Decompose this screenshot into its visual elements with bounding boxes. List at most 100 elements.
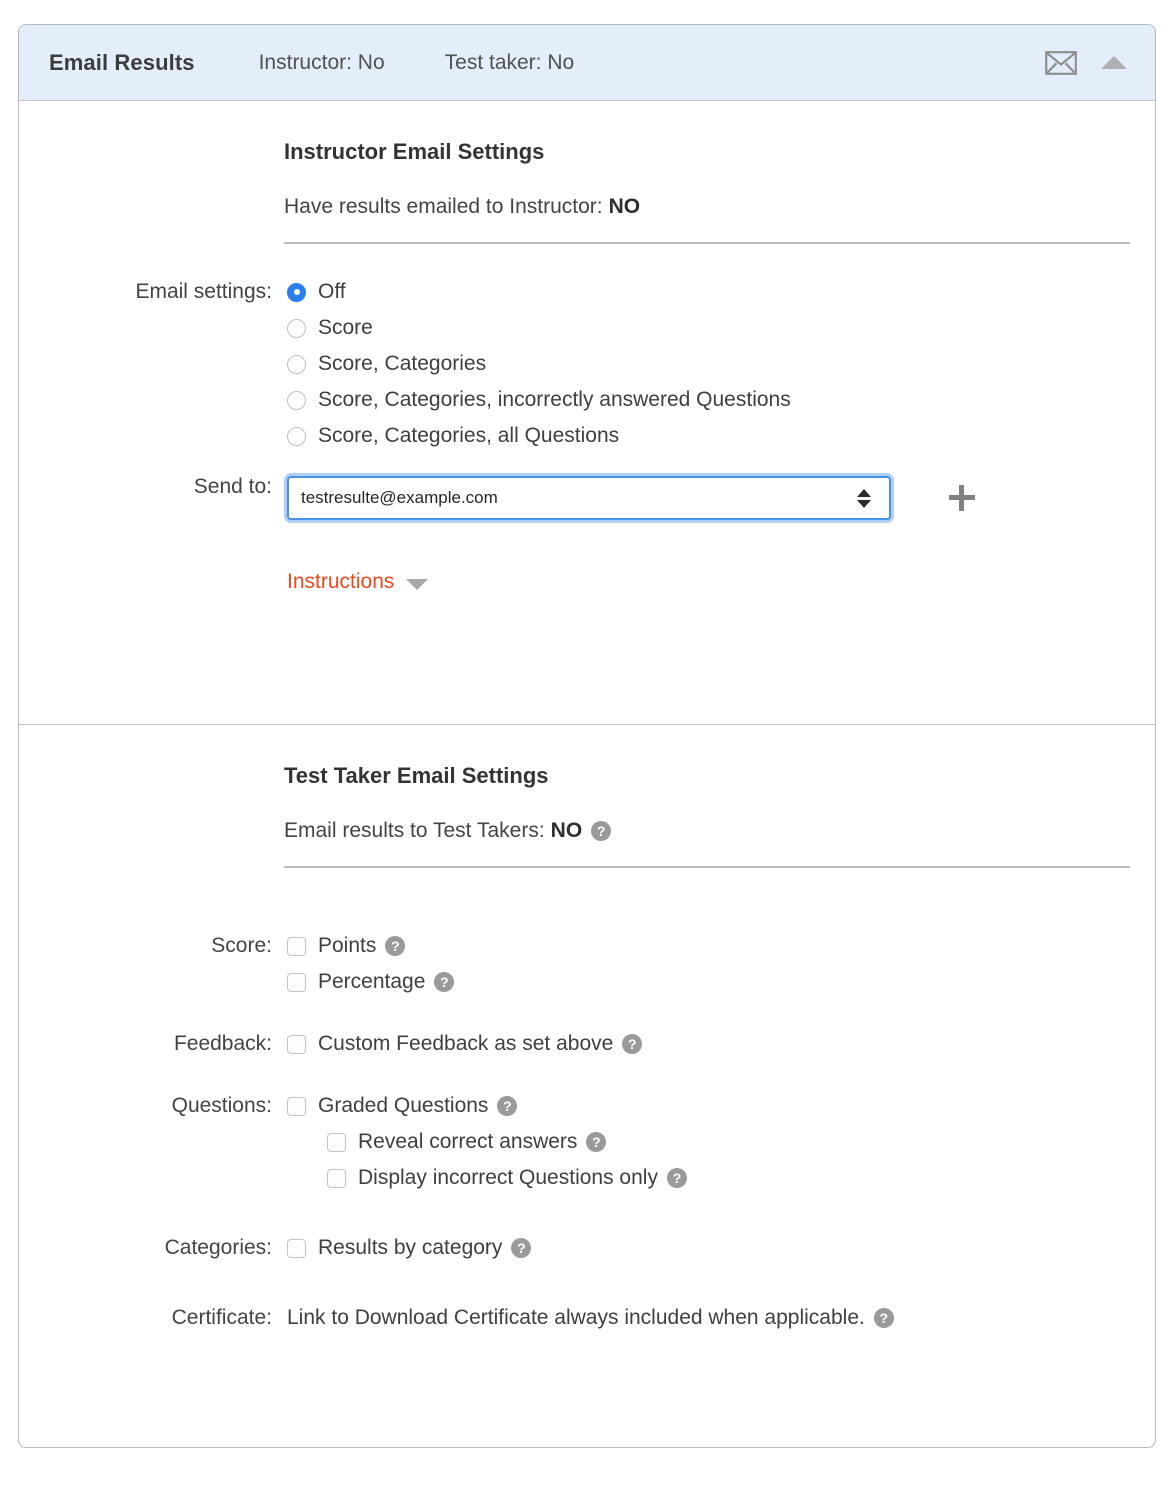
score-row: Score: Points ? Percentage ? [19,928,1155,1000]
help-icon-results-by-category[interactable]: ? [511,1238,531,1258]
checkbox-option-reveal-answers[interactable]: Reveal correct answers ? [287,1124,1155,1160]
certificate-text: Link to Download Certificate always incl… [287,1306,865,1330]
radio-score-categories-icon[interactable] [287,355,306,374]
instructor-summary-label: Have results emailed to Instructor: [284,195,603,219]
send-to-inner: testresulte@example.com [287,476,1155,520]
select-spinner-icon[interactable] [851,489,877,508]
radio-score-categories-incorrect-label: Score, Categories, incorrectly answered … [318,388,791,412]
checkbox-incorrect-only-label: Display incorrect Questions only [358,1166,658,1190]
testtaker-section-inner: Test Taker Email Settings Email results … [19,763,1155,868]
send-to-select[interactable]: testresulte@example.com [287,476,891,520]
help-icon-incorrect-only[interactable]: ? [667,1168,687,1188]
testtaker-email-settings-section: Test Taker Email Settings Email results … [19,725,1155,1336]
radio-off-label: Off [318,280,346,304]
questions-options: Graded Questions ? Reveal correct answer… [287,1088,1155,1196]
instructor-section-rule [284,242,1130,244]
testtaker-section-rule [284,866,1130,868]
instructor-section-title: Instructor Email Settings [284,139,1133,165]
categories-row: Categories: Results by category ? [19,1230,1155,1266]
instructor-summary: Have results emailed to Instructor: NO [284,195,1133,219]
panel-title: Email Results [49,50,195,76]
checkbox-option-graded-questions[interactable]: Graded Questions ? [287,1088,1155,1124]
radio-option-score[interactable]: Score [287,310,1155,346]
testtaker-rows: Score: Points ? Percentage ? Feedb [19,928,1155,1336]
checkbox-percentage-label: Percentage [318,970,425,994]
radio-option-off[interactable]: Off [287,274,1155,310]
help-icon-reveal-answers[interactable]: ? [586,1132,606,1152]
instructor-section-inner: Instructor Email Settings Have results e… [19,139,1155,244]
send-to-label: Send to: [19,454,287,520]
feedback-options: Custom Feedback as set above ? [287,1026,1155,1062]
instructions-toggle[interactable]: Instructions [287,570,1155,594]
help-icon-certificate[interactable]: ? [874,1308,894,1328]
testtaker-summary-label: Email results to Test Takers: [284,819,545,843]
categories-options: Results by category ? [287,1230,1155,1266]
instructions-link[interactable]: Instructions [287,570,394,594]
testtaker-summary-value: NO [551,819,583,843]
plus-icon[interactable] [949,485,975,511]
email-settings-label: Email settings: [19,274,287,310]
header-instructor-status: Instructor: No [259,51,385,75]
radio-score-categories-label: Score, Categories [318,352,486,376]
radio-score-categories-incorrect-icon[interactable] [287,391,306,410]
instructor-summary-value: NO [609,195,641,219]
checkbox-custom-feedback-label: Custom Feedback as set above [318,1032,613,1056]
testtaker-section-title: Test Taker Email Settings [284,763,1133,789]
caret-down-small-icon [857,500,871,508]
radio-score-label: Score [318,316,373,340]
help-icon-points[interactable]: ? [385,936,405,956]
caret-up-icon[interactable] [1101,56,1127,69]
categories-label: Categories: [19,1230,287,1266]
certificate-label: Certificate: [19,1300,287,1336]
email-settings-options: Off Score Score, Categories Score, Categ… [287,274,1155,454]
questions-row: Questions: Graded Questions ? Reveal cor… [19,1088,1155,1196]
checkbox-incorrect-only-icon[interactable] [327,1169,346,1188]
feedback-row: Feedback: Custom Feedback as set above ? [19,1026,1155,1062]
checkbox-custom-feedback-icon[interactable] [287,1035,306,1054]
send-to-control: testresulte@example.com Instructions [287,454,1155,594]
checkbox-points-icon[interactable] [287,937,306,956]
checkbox-option-custom-feedback[interactable]: Custom Feedback as set above ? [287,1026,1155,1062]
checkbox-reveal-answers-label: Reveal correct answers [358,1130,577,1154]
checkbox-option-percentage[interactable]: Percentage ? [287,964,1155,1000]
radio-option-score-categories-incorrect[interactable]: Score, Categories, incorrectly answered … [287,382,1155,418]
radio-score-categories-all-label: Score, Categories, all Questions [318,424,619,448]
checkbox-graded-questions-label: Graded Questions [318,1094,488,1118]
score-options: Points ? Percentage ? [287,928,1155,1000]
email-results-panel: Email Results Instructor: No Test taker:… [18,24,1156,1448]
radio-score-categories-all-icon[interactable] [287,427,306,446]
checkbox-reveal-answers-icon[interactable] [327,1133,346,1152]
checkbox-option-incorrect-only[interactable]: Display incorrect Questions only ? [287,1160,1155,1196]
feedback-label: Feedback: [19,1026,287,1062]
instructor-email-settings-section: Instructor Email Settings Have results e… [19,101,1155,724]
checkbox-points-label: Points [318,934,376,958]
radio-off-icon[interactable] [287,283,306,302]
envelope-icon[interactable] [1045,51,1077,75]
help-icon-custom-feedback[interactable]: ? [622,1034,642,1054]
header-testtaker-status: Test taker: No [445,51,575,75]
caret-up-small-icon [857,489,871,497]
score-label: Score: [19,928,287,964]
testtaker-summary: Email results to Test Takers: NO ? [284,819,1133,843]
panel-header[interactable]: Email Results Instructor: No Test taker:… [19,25,1155,101]
certificate-value: Link to Download Certificate always incl… [287,1300,1155,1336]
radio-score-icon[interactable] [287,319,306,338]
checkbox-option-results-by-category[interactable]: Results by category ? [287,1230,1155,1266]
email-settings-row: Email settings: Off Score Score, Categor… [19,274,1155,454]
send-to-row: Send to: testresulte@example.com Instruc… [19,454,1155,594]
radio-option-score-categories-all[interactable]: Score, Categories, all Questions [287,418,1155,454]
radio-option-score-categories[interactable]: Score, Categories [287,346,1155,382]
checkbox-results-by-category-label: Results by category [318,1236,502,1260]
checkbox-option-points[interactable]: Points ? [287,928,1155,964]
send-to-value: testresulte@example.com [289,488,851,508]
help-icon-percentage[interactable]: ? [434,972,454,992]
help-icon-graded-questions[interactable]: ? [497,1096,517,1116]
help-icon-testtaker-summary[interactable]: ? [591,821,611,841]
certificate-text-wrap: Link to Download Certificate always incl… [287,1300,1155,1336]
certificate-row: Certificate: Link to Download Certificat… [19,1300,1155,1336]
checkbox-percentage-icon[interactable] [287,973,306,992]
checkbox-graded-questions-icon[interactable] [287,1097,306,1116]
questions-label: Questions: [19,1088,287,1124]
caret-down-icon[interactable] [406,579,428,590]
checkbox-results-by-category-icon[interactable] [287,1239,306,1258]
